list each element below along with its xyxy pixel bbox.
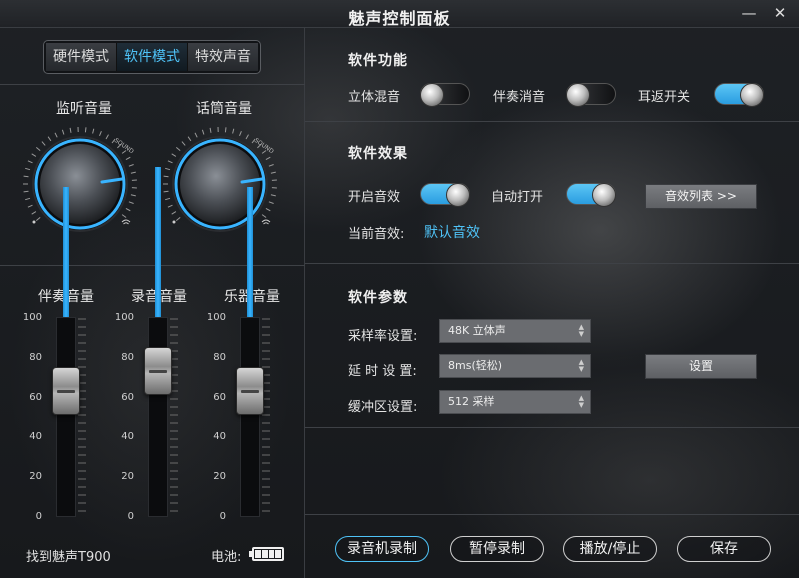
slider-thumb[interactable] [52,367,80,415]
delay-value: 8ms(轻松) [448,359,503,372]
buffer-value: 512 采样 [448,395,495,408]
scale-label: 20 [121,471,134,483]
sample-rate-label: 采样率设置: [348,329,418,344]
mic-volume-knob[interactable]: SOUND [162,126,278,242]
scale-label: 80 [213,351,226,363]
current-effect-label: 当前音效: [348,227,405,242]
slider-track [56,317,76,517]
software-params-title: 软件参数 [348,290,408,306]
toggle-knob [446,183,470,207]
delay-select[interactable]: 8ms(轻松) ▲ ▼ [439,354,591,378]
battery-label: 电池: [211,550,242,565]
slider-track [240,317,260,517]
sample-rate-value: 48K 立体声 [448,324,506,337]
delay-label: 延 时 设 置: [348,364,417,379]
vocal-remove-toggle[interactable] [566,83,616,107]
tab-effect-sound[interactable]: 特效声音 [188,43,258,71]
scale-label: 0 [127,511,134,522]
scale-label: 60 [121,391,134,403]
stereo-mix-toggle[interactable] [420,83,470,107]
toggle-knob [566,83,590,107]
slider-fill [247,187,253,317]
enable-effect-toggle[interactable] [420,183,470,207]
monitor-volume-label: 监听音量 [56,101,112,117]
scale-label: 40 [213,431,226,443]
scale-label: 80 [121,351,134,363]
ear-return-label: 耳返开关 [638,90,691,105]
slider-ticks [78,318,86,512]
slider-thumb[interactable] [236,367,264,415]
toggle-knob [420,83,444,107]
slider-ticks [170,318,178,512]
enable-effect-label: 开启音效 [348,190,401,205]
title-bar[interactable]: 魅声控制面板 — ✕ [0,0,799,28]
auto-open-label: 自动打开 [491,190,544,205]
divider [0,265,305,266]
device-status: 找到魅声T900 [26,550,111,565]
scale-label: 20 [213,471,226,483]
slider-thumb[interactable] [144,347,172,395]
updown-arrow-icon: ▲ ▼ [578,358,584,373]
software-effects-title: 软件效果 [348,146,408,162]
pause-record-button[interactable]: 暂停录制 [450,536,544,562]
knob-dial-icon: SOUND [163,126,277,232]
scale-label: 80 [29,351,42,363]
divider [305,427,799,428]
scale-label: 100 [206,312,226,323]
app-window: 魅声控制面板 — ✕ 硬件模式 软件模式 特效声音 监听音量 话筒音量 SOUN… [0,0,799,578]
scale-label: 40 [29,431,42,443]
scale-label: 20 [29,471,42,483]
buffer-label: 缓冲区设置: [348,400,418,415]
slider-fill [155,167,161,317]
play-stop-button[interactable]: 播放/停止 [563,536,657,562]
close-button[interactable]: ✕ [771,4,789,22]
battery-icon [249,547,284,561]
save-button[interactable]: 保存 [677,536,771,562]
divider [0,84,305,85]
minimize-icon: — [741,4,757,22]
software-functions-title: 软件功能 [348,53,408,69]
buffer-select[interactable]: 512 采样 ▲ ▼ [439,390,591,414]
close-icon: ✕ [773,4,787,22]
mic-volume-label: 话筒音量 [196,101,252,117]
scale-label: 60 [29,391,42,403]
slider-fill [63,187,69,317]
mode-switch: 硬件模式 软件模式 特效声音 [43,40,261,74]
scale-label: 0 [35,511,42,522]
scale-label: 100 [22,312,42,323]
updown-arrow-icon: ▲ ▼ [578,323,584,338]
vocal-remove-label: 伴奏消音 [493,90,546,105]
current-effect-value[interactable]: 默认音效 [424,222,480,242]
monitor-volume-knob[interactable]: SOUND [22,126,138,242]
knob-dial-icon: SOUND [23,126,137,232]
effect-list-button[interactable]: 音效列表 >> [645,184,757,209]
scale-label: 0 [219,511,226,522]
window-title: 魅声控制面板 [348,9,451,28]
toggle-knob [592,183,616,207]
ear-return-toggle[interactable] [714,83,764,107]
sample-rate-select[interactable]: 48K 立体声 ▲ ▼ [439,319,591,343]
scale-label: 100 [114,312,134,323]
minimize-button[interactable]: — [740,4,758,22]
divider [305,263,799,264]
divider [305,121,799,122]
scale-label: 60 [213,391,226,403]
recorder-record-button[interactable]: 录音机录制 [335,536,429,562]
slider-ticks [262,318,270,512]
settings-button[interactable]: 设置 [645,354,757,379]
stereo-mix-label: 立体混音 [348,90,401,105]
divider [305,514,799,515]
tab-hardware-mode[interactable]: 硬件模式 [46,43,117,71]
updown-arrow-icon: ▲ ▼ [578,394,584,409]
left-panel: 硬件模式 软件模式 特效声音 监听音量 话筒音量 SOUND SOUND 伴奏音… [0,28,305,578]
auto-open-toggle[interactable] [566,183,616,207]
scale-label: 40 [121,431,134,443]
toggle-knob [740,83,764,107]
tab-software-mode[interactable]: 软件模式 [117,43,188,71]
